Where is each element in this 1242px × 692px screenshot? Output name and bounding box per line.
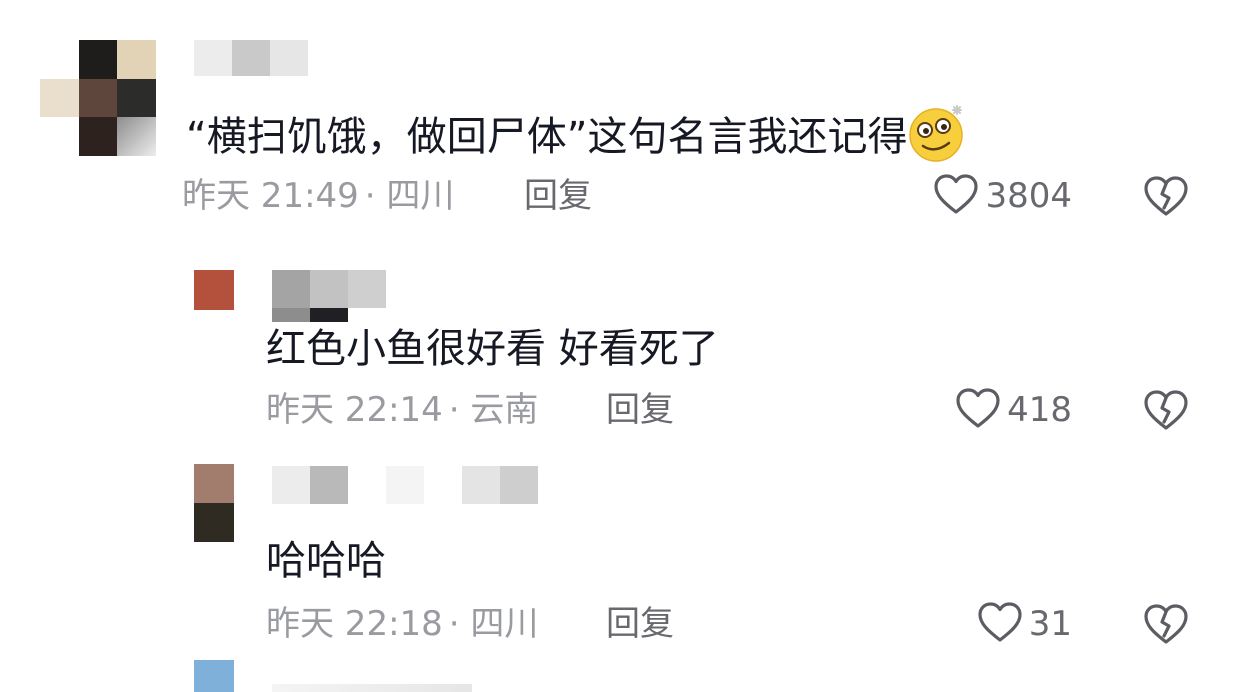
comment-text-body: “横扫饥饿，做回尸体”这句名言我还记得 xyxy=(186,114,908,160)
comment-meta: 昨天 21:49 · 四川 xyxy=(182,174,454,218)
reply-button[interactable]: 回复 xyxy=(606,388,674,432)
heart-icon xyxy=(977,601,1023,647)
broken-heart-icon xyxy=(1142,176,1190,222)
heart-icon xyxy=(955,387,1001,433)
like-button[interactable]: 418 xyxy=(900,386,1072,434)
comment-location: · 四川 xyxy=(448,604,539,644)
dislike-button[interactable] xyxy=(1142,602,1190,646)
reply-button[interactable]: 回复 xyxy=(524,174,592,218)
like-count: 3804 xyxy=(985,176,1072,216)
avatar[interactable] xyxy=(194,464,234,542)
reply-button[interactable]: 回复 xyxy=(606,602,674,646)
dislike-button[interactable] xyxy=(1142,174,1190,218)
broken-heart-icon xyxy=(1142,390,1190,436)
comment-meta: 昨天 22:18 · 四川 xyxy=(266,602,538,646)
heart-icon xyxy=(933,173,979,219)
woozy-face-emoji-icon xyxy=(907,102,969,176)
username-blurred[interactable] xyxy=(194,40,308,76)
like-count: 418 xyxy=(1007,390,1072,430)
avatar[interactable] xyxy=(194,660,234,692)
avatar[interactable] xyxy=(194,270,234,310)
broken-heart-icon xyxy=(1142,604,1190,650)
comment-time: 昨天 22:18 xyxy=(266,604,443,644)
comment-text: 哈哈哈 xyxy=(266,538,386,584)
username-blurred-fragment xyxy=(310,308,348,322)
comment-text: “横扫饥饿，做回尸体”这句名言我还记得 xyxy=(186,102,969,176)
like-count: 31 xyxy=(1028,604,1072,644)
dislike-button[interactable] xyxy=(1142,388,1190,432)
like-button[interactable]: 31 xyxy=(900,600,1072,648)
avatar[interactable] xyxy=(40,40,156,156)
username-blurred-fragment xyxy=(272,308,310,322)
comment-location: · 云南 xyxy=(448,390,539,430)
like-button[interactable]: 3804 xyxy=(900,172,1072,220)
comment-text: 红色小鱼很好看 好看死了 xyxy=(266,326,719,372)
comment-time: 昨天 21:49 xyxy=(182,176,359,216)
comment-meta: 昨天 22:14 · 云南 xyxy=(266,388,538,432)
username-blurred[interactable] xyxy=(272,466,538,504)
username-blurred xyxy=(272,684,472,692)
comment-location: · 四川 xyxy=(364,176,455,216)
comment-time: 昨天 22:14 xyxy=(266,390,443,430)
username-blurred[interactable] xyxy=(272,270,386,308)
